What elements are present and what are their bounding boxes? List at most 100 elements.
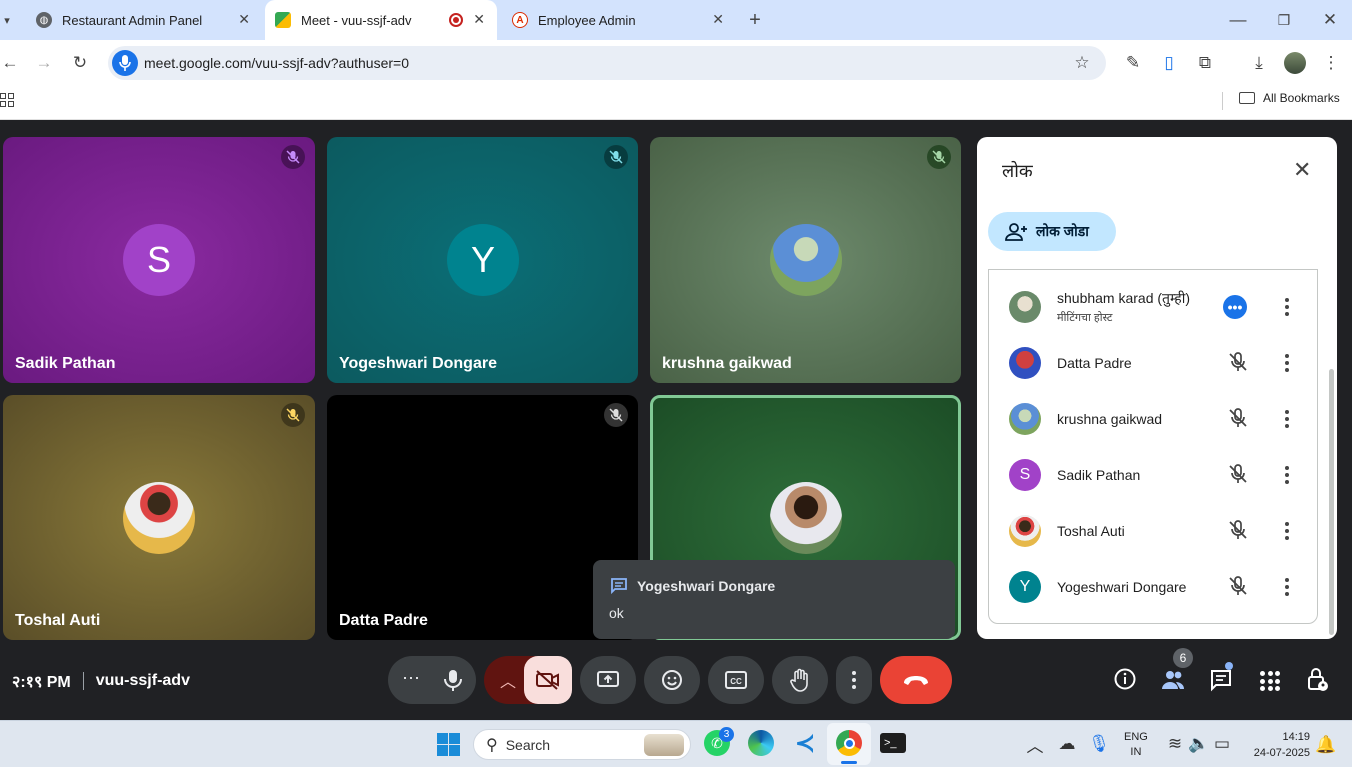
tab-employee-admin[interactable]: A Employee Admin ✕ (500, 0, 736, 40)
panel-scrollbar[interactable] (1329, 369, 1334, 635)
participant-row[interactable]: krushna gaikwad (989, 391, 1315, 447)
audio-options-icon[interactable]: ⋯ (402, 668, 420, 689)
avatar-photo (770, 482, 842, 554)
tab-restaurant-admin[interactable]: ◍ Restaurant Admin Panel ✕ (22, 0, 262, 40)
mic-in-use-icon[interactable]: 🎙 (1087, 732, 1111, 756)
clipboard-extension-icon[interactable]: ▯ (1157, 51, 1181, 75)
address-bar[interactable]: meet.google.com/vuu-ssjf-adv?authuser=0 … (108, 46, 1106, 80)
more-options-icon[interactable] (1283, 519, 1291, 543)
audio-controls: ⋯ (388, 656, 476, 704)
site-mic-icon[interactable] (112, 50, 138, 76)
volume-icon[interactable]: 🔈 (1187, 732, 1211, 756)
participant-tile[interactable]: Toshal Auti (3, 395, 315, 640)
vscode-icon[interactable]: ≺ (792, 730, 818, 757)
reactions-button[interactable] (644, 656, 700, 704)
tab-meet[interactable]: Meet - vuu-ssjf-adv ✕ (265, 0, 497, 40)
minimize-icon[interactable]: — (1226, 8, 1250, 32)
bookmark-star-icon[interactable]: ☆ (1070, 51, 1094, 75)
more-options-icon[interactable] (1283, 351, 1291, 375)
host-controls-button[interactable] (1306, 667, 1330, 693)
participant-row[interactable]: Datta Padre (989, 335, 1315, 391)
raise-hand-button[interactable] (772, 656, 828, 704)
menu-kebab-icon[interactable]: ⋮ (1319, 51, 1343, 75)
chat-notification[interactable]: Yogeshwari Dongare ok (593, 560, 955, 639)
participant-row[interactable]: shubham karad (तुम्ही) मीटिंगचा होस्ट ••• (989, 279, 1315, 335)
forward-icon[interactable]: → (32, 51, 56, 75)
mic-icon[interactable] (442, 668, 464, 692)
muted-mic-icon (281, 145, 305, 169)
present-button[interactable] (580, 656, 636, 704)
muted-mic-icon[interactable] (1227, 575, 1249, 597)
raise-hand-icon (790, 668, 808, 692)
taskbar-search[interactable]: ⚲ Search (473, 729, 691, 760)
chat-button[interactable] (1209, 662, 1233, 692)
more-options-icon[interactable] (1283, 575, 1291, 599)
reload-icon[interactable]: ↻ (68, 51, 92, 75)
participant-tile[interactable]: S Sadik Pathan (3, 137, 315, 383)
camera-off-button[interactable] (524, 656, 572, 704)
more-options-button[interactable] (836, 656, 872, 704)
new-tab-icon[interactable]: + (743, 8, 767, 32)
muted-mic-icon[interactable] (1227, 407, 1249, 429)
people-button[interactable]: 6 (1160, 648, 1193, 691)
participant-tile[interactable]: Y Yogeshwari Dongare (327, 137, 638, 383)
tab-search-chevron-icon[interactable]: ▾ (0, 8, 14, 32)
close-tab-icon[interactable]: ✕ (238, 11, 250, 28)
participant-tile[interactable]: Datta Padre (327, 395, 638, 640)
close-window-icon[interactable]: ✕ (1318, 8, 1342, 32)
download-icon[interactable]: ⤓ (1247, 51, 1271, 75)
svg-text:CC: CC (730, 677, 742, 686)
more-options-icon[interactable] (1283, 295, 1291, 319)
active-indicator (841, 761, 857, 764)
show-hidden-icons-chevron[interactable]: ︿ (1023, 732, 1047, 756)
close-tab-icon[interactable]: ✕ (473, 11, 485, 28)
muted-mic-icon[interactable] (1227, 463, 1249, 485)
battery-icon[interactable]: ▭ (1210, 732, 1234, 756)
chat-message: ok (609, 605, 624, 621)
participant-name: Datta Padre (1057, 355, 1132, 371)
tab-title: Employee Admin (538, 12, 636, 28)
windows-start-icon[interactable] (437, 733, 460, 756)
muted-mic-icon[interactable] (1227, 519, 1249, 541)
wifi-icon[interactable]: ≋ (1163, 732, 1187, 756)
host-lock-icon (1308, 668, 1328, 691)
chat-icon (1211, 670, 1231, 692)
edge-icon[interactable] (748, 730, 774, 756)
tab-title: Restaurant Admin Panel (62, 12, 203, 28)
clock[interactable]: 14:19 24-07-2025 (1244, 729, 1310, 761)
participant-row[interactable]: Toshal Auti (989, 503, 1315, 559)
eyedropper-extension-icon[interactable]: ✎ (1121, 51, 1145, 75)
terminal-icon[interactable]: >_ (880, 733, 906, 753)
close-panel-icon[interactable]: ✕ (1293, 157, 1311, 183)
cloud-off-icon[interactable]: ☁ (1055, 732, 1079, 756)
globe-icon: ◍ (36, 12, 52, 28)
extensions-icon[interactable]: ⧉ (1193, 51, 1217, 75)
meeting-details-button[interactable] (1113, 667, 1137, 691)
more-options-icon[interactable] (1283, 463, 1291, 487)
more-options-icon[interactable] (1283, 407, 1291, 431)
google-meet-icon (275, 12, 291, 28)
maximize-icon[interactable]: ❐ (1272, 8, 1296, 32)
profile-avatar[interactable] (1284, 52, 1306, 74)
all-bookmarks-button[interactable]: All Bookmarks (1239, 91, 1340, 105)
apps-grid-icon[interactable] (0, 93, 14, 107)
camera-options-chevron-icon[interactable]: ︿ (500, 668, 516, 692)
activities-grid-icon[interactable] (1260, 671, 1280, 691)
captions-button[interactable]: CC (708, 656, 764, 704)
participant-row[interactable]: Y Yogeshwari Dongare (989, 559, 1315, 615)
add-people-button[interactable]: लोक जोडा (988, 212, 1116, 251)
people-icon (1162, 671, 1184, 689)
search-icon: ⚲ (486, 736, 498, 754)
participant-tile[interactable]: krushna gaikwad (650, 137, 961, 383)
participant-row[interactable]: S Sadik Pathan (989, 447, 1315, 503)
muted-mic-icon[interactable] (1227, 351, 1249, 373)
language-indicator[interactable]: ENG IN (1124, 730, 1148, 760)
whatsapp-badge: 3 (719, 727, 734, 742)
leave-call-button[interactable] (880, 656, 952, 704)
chrome-taskbar-button[interactable] (827, 723, 871, 765)
lang-bottom: IN (1130, 746, 1142, 758)
close-tab-icon[interactable]: ✕ (712, 11, 724, 28)
participant-avatar: Y (1009, 571, 1041, 603)
notification-bell-icon[interactable]: 🔔 (1314, 733, 1338, 757)
back-icon[interactable]: ← (0, 51, 22, 75)
